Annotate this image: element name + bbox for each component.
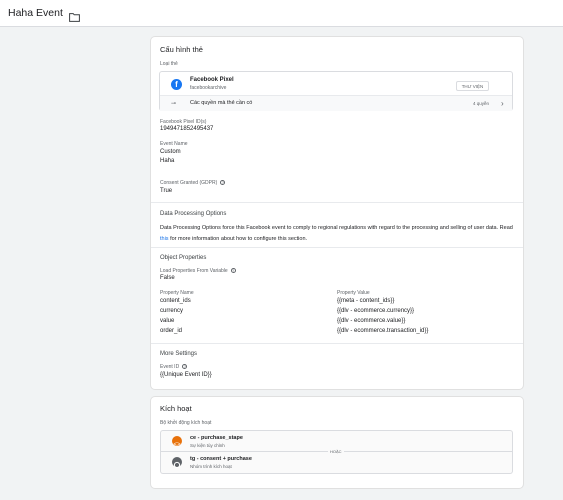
property-value: {{meta - content_ids}} [337, 298, 395, 304]
dpo-link[interactable]: this [160, 236, 169, 242]
trigger-item[interactable]: tg - consent + purchase Nhóm trình kích … [160, 452, 513, 474]
key-icon: ⊸ [171, 101, 177, 107]
card-title: Cấu hình thẻ [160, 45, 203, 54]
trigger-name: ce - purchase_stape [190, 435, 243, 441]
load-from-variable-row: Load Properties From Variable? [160, 268, 236, 274]
info-icon[interactable]: ? [182, 364, 188, 370]
trigger-type: Sự kiện tùy chỉnh [190, 443, 225, 448]
custom-event-icon: <> [172, 436, 182, 448]
property-name: content_ids [160, 298, 191, 304]
property-name: order_id [160, 328, 183, 334]
property-name: value [160, 318, 175, 324]
load-from-variable-value: False [160, 275, 175, 281]
dpo-description: Data Processing Options force this Faceb… [160, 223, 515, 245]
load-from-variable-label: Load Properties From Variable [160, 268, 228, 274]
tag-publisher: facebookarchive [190, 85, 227, 91]
property-name-header: Property Name [160, 290, 194, 296]
permissions-count: 4 quyền [473, 101, 490, 106]
triggering-card: Kích hoạt Bộ khởi động kích hoạt <> ce -… [151, 397, 523, 488]
tag-name: Facebook Pixel [190, 77, 234, 83]
pixel-id-value: 1949471852495437 [160, 126, 214, 132]
more-settings-title: More Settings [160, 351, 198, 357]
triggering-subtitle: Bộ khởi động kích hoạt [160, 420, 212, 426]
consent-value: True [160, 188, 173, 194]
event-id-row: Event ID? [160, 364, 188, 370]
svg-text:<>: <> [173, 442, 181, 448]
folder-icon[interactable] [68, 9, 80, 22]
pixel-id-label: Facebook Pixel ID(s) [160, 119, 207, 125]
library-button[interactable]: THƯ VIỆN [456, 81, 489, 91]
divider [151, 202, 523, 203]
trigger-type: Nhóm trình kích hoạt [190, 464, 232, 469]
consent-label-row: Consent Granted (GDPR)? [160, 180, 226, 186]
tag-type-label: Loại thẻ [160, 61, 178, 67]
chevron-right-icon[interactable]: › [501, 99, 504, 108]
event-name-label: Event Name [160, 141, 188, 147]
page-title: Haha Event [8, 7, 63, 19]
property-value-header: Property Value [337, 290, 370, 296]
event-name-value: Haha [160, 158, 175, 164]
divider [151, 343, 523, 344]
property-name: currency [160, 308, 184, 314]
info-icon[interactable]: ? [230, 268, 236, 274]
event-id-label: Event ID [160, 364, 180, 370]
card-title: Kích hoạt [160, 404, 192, 413]
dpo-text-2: for more information about how to config… [168, 236, 308, 242]
property-value: {{dlv - ecommerce.currency}} [337, 308, 415, 314]
property-value: {{dlv - ecommerce.value}} [337, 318, 406, 324]
or-label: HOẶC [328, 449, 344, 454]
permissions-row[interactable]: ⊸ Các quyền mà thẻ cần có 4 quyền › [160, 95, 512, 111]
event-id-value: {{Unique Event ID}} [160, 372, 212, 378]
permissions-label: Các quyền mà thẻ cần có [190, 100, 253, 106]
facebook-icon: f [171, 79, 182, 90]
dpo-title: Data Processing Options [160, 211, 227, 217]
tag-type-box[interactable]: f Facebook Pixel facebookarchive THƯ VIỆ… [159, 71, 513, 111]
info-icon[interactable]: ? [220, 180, 226, 186]
trigger-name: tg - consent + purchase [190, 456, 252, 462]
object-properties-title: Object Properties [160, 255, 207, 261]
event-name-type: Custom [160, 149, 181, 155]
divider [151, 247, 523, 248]
top-bar: Haha Event [0, 0, 563, 27]
consent-label: Consent Granted (GDPR) [160, 180, 218, 186]
property-value: {{dlv - ecommerce.transaction_id}} [337, 328, 429, 334]
dpo-text-1: Data Processing Options force this Faceb… [160, 225, 513, 231]
trigger-group-icon [172, 457, 182, 469]
tag-configuration-card: Cấu hình thẻ Loại thẻ f Facebook Pixel f… [151, 37, 523, 389]
